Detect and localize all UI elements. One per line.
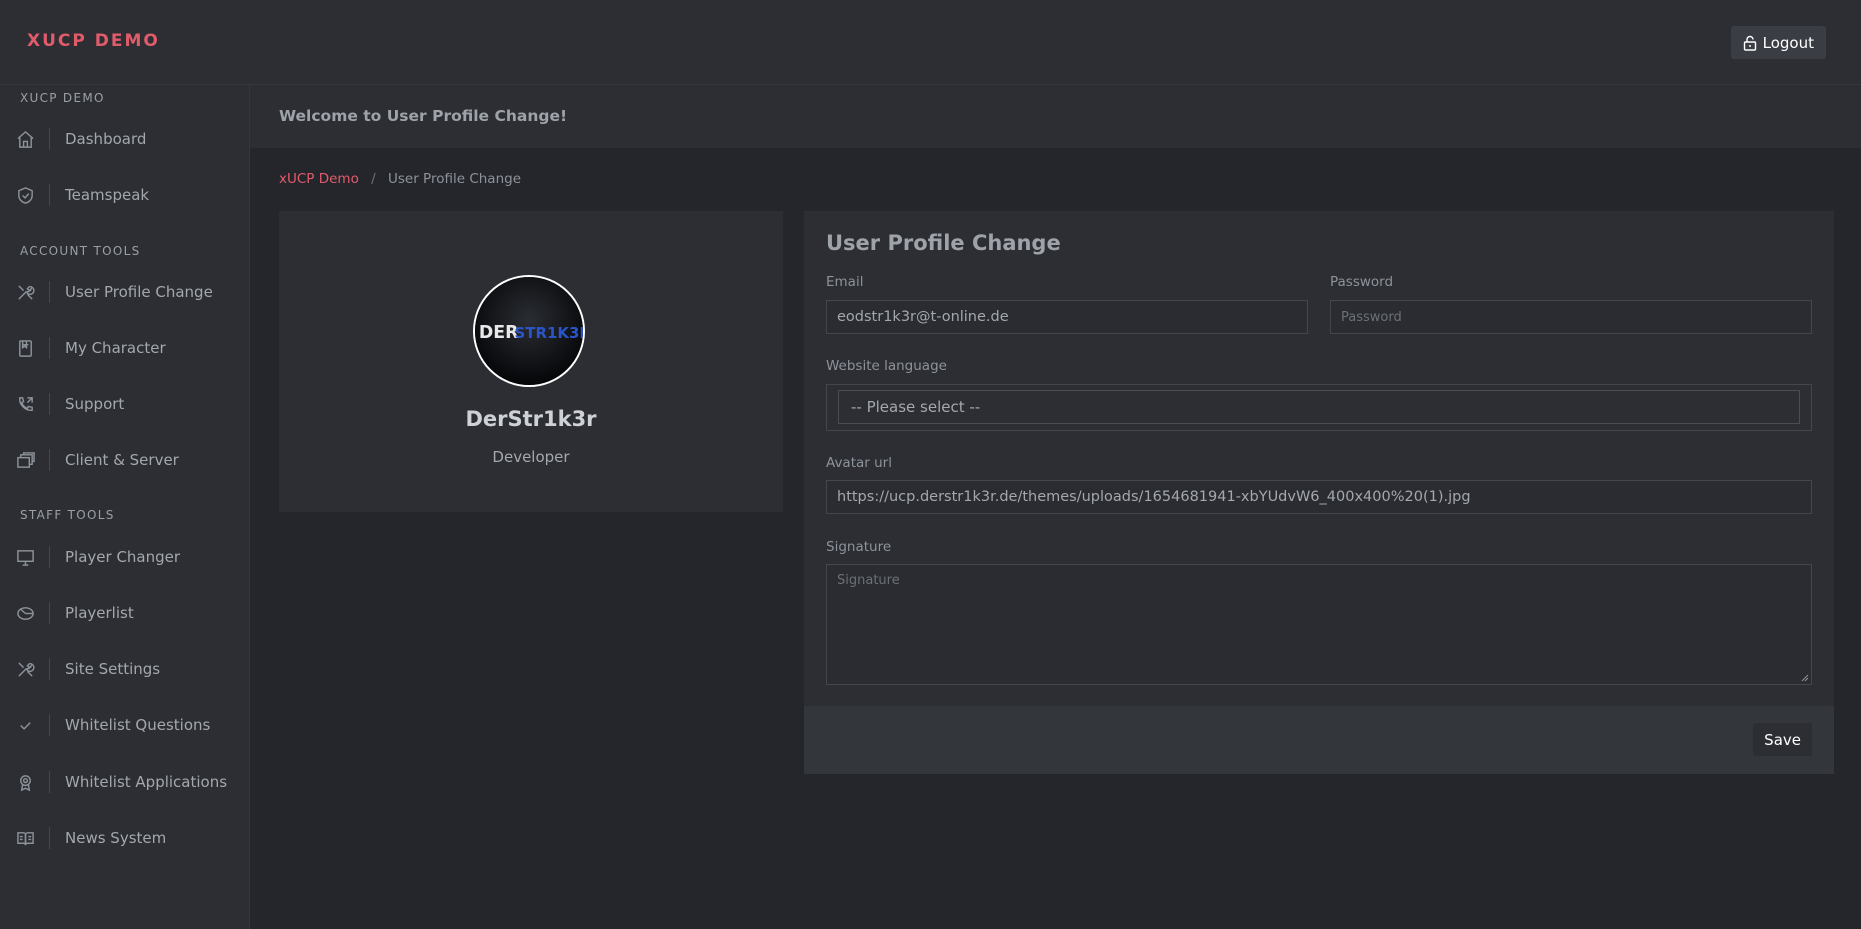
sidebar-item-label: My Character xyxy=(65,339,166,357)
sidebar-item-teamspeak[interactable]: Teamspeak xyxy=(0,177,250,213)
unlock-icon xyxy=(1743,35,1756,51)
sidebar-section-main: XUCP DEMO xyxy=(20,91,105,105)
breadcrumb-current: User Profile Change xyxy=(388,171,522,187)
sidebar-item-label: Client & Server xyxy=(65,451,179,469)
password-label: Password xyxy=(1330,274,1394,290)
sidebar-item-label: Site Settings xyxy=(65,660,161,678)
stack-icon xyxy=(0,442,50,478)
breadcrumb: xUCP Demo / User Profile Change xyxy=(279,171,521,187)
language-select-wrapper: -- Please select -- xyxy=(826,384,1812,431)
language-label: Website language xyxy=(826,358,947,374)
sidebar-item-player-changer[interactable]: Player Changer xyxy=(0,539,250,575)
avatar: DER STR1K3R xyxy=(473,275,585,387)
language-select[interactable]: -- Please select -- xyxy=(838,390,1800,424)
sidebar-item-dashboard[interactable]: Dashboard xyxy=(0,121,250,157)
signature-placeholder: Signature xyxy=(837,573,900,588)
tools-icon xyxy=(0,651,50,687)
form-title: User Profile Change xyxy=(826,231,1061,255)
shield-icon xyxy=(0,177,50,213)
sidebar-item-label: Player Changer xyxy=(65,548,181,566)
form-footer: Save xyxy=(804,706,1834,774)
tools-icon xyxy=(0,274,50,310)
breadcrumb-home-link[interactable]: xUCP Demo xyxy=(279,171,359,187)
sidebar-item-label: Teamspeak xyxy=(65,186,150,204)
sidebar-item-label: Support xyxy=(65,395,125,413)
profile-role: Developer xyxy=(492,448,570,466)
breadcrumb-separator: / xyxy=(371,171,376,187)
sidebar-section-staff: STAFF TOOLS xyxy=(20,508,115,522)
pie-icon xyxy=(0,595,50,631)
monitor-icon xyxy=(0,539,50,575)
logout-button[interactable]: Logout xyxy=(1730,26,1826,59)
sidebar-item-label: Whitelist Questions xyxy=(65,716,211,734)
profile-form-card: User Profile Change Email eodstr1k3r@t-o… xyxy=(804,211,1834,774)
sidebar-item-label: User Profile Change xyxy=(65,283,213,301)
document-icon xyxy=(0,330,50,366)
sidebar-item-client-server[interactable]: Client & Server xyxy=(0,442,250,478)
sidebar-item-label: Playerlist xyxy=(65,604,134,622)
page-header: Welcome to User Profile Change! xyxy=(250,85,1861,148)
email-field[interactable]: eodstr1k3r@t-online.de xyxy=(826,300,1308,334)
email-label: Email xyxy=(826,274,864,290)
brand-logo[interactable]: XUCP DEMO xyxy=(27,31,160,51)
sidebar: XUCP DEMO Dashboard Teamspeak ACCOUNT TO… xyxy=(0,85,250,929)
sidebar-item-site-settings[interactable]: Site Settings xyxy=(0,651,250,687)
signature-textarea[interactable]: Signature xyxy=(826,564,1812,685)
svg-text:STR1K3R: STR1K3R xyxy=(515,324,583,342)
sidebar-item-my-character[interactable]: My Character xyxy=(0,330,250,366)
sidebar-item-support[interactable]: Support xyxy=(0,386,250,422)
save-button[interactable]: Save xyxy=(1753,723,1812,756)
sidebar-section-account: ACCOUNT TOOLS xyxy=(20,244,141,258)
avatar-url-field[interactable]: https://ucp.derstr1k3r.de/themes/uploads… xyxy=(826,480,1812,514)
sidebar-item-whitelist-questions[interactable]: Whitelist Questions xyxy=(0,707,250,743)
resize-handle-icon[interactable] xyxy=(1801,674,1809,682)
book-icon xyxy=(0,820,50,856)
home-icon xyxy=(0,121,50,157)
sidebar-item-label: News System xyxy=(65,829,167,847)
sidebar-item-playerlist[interactable]: Playerlist xyxy=(0,595,250,631)
svg-text:DER: DER xyxy=(479,323,519,343)
avatar-url-label: Avatar url xyxy=(826,455,892,471)
profile-name: DerStr1k3r xyxy=(465,407,597,431)
password-field[interactable]: Password xyxy=(1330,300,1812,334)
sidebar-item-news-system[interactable]: News System xyxy=(0,820,250,856)
avatar-image: DER STR1K3R xyxy=(475,277,583,385)
sidebar-item-whitelist-applications[interactable]: Whitelist Applications xyxy=(0,764,250,800)
phone-icon xyxy=(0,386,50,422)
page-title: Welcome to User Profile Change! xyxy=(279,107,568,125)
badge-icon xyxy=(0,764,50,800)
sidebar-item-label: Whitelist Applications xyxy=(65,773,228,791)
profile-card: DER STR1K3R DerStr1k3r Developer xyxy=(279,211,783,512)
check-icon xyxy=(0,707,50,743)
signature-label: Signature xyxy=(826,539,892,555)
logout-label: Logout xyxy=(1762,33,1814,52)
sidebar-item-label: Dashboard xyxy=(65,130,147,148)
sidebar-item-user-profile-change[interactable]: User Profile Change xyxy=(0,274,250,310)
top-bar: XUCP DEMO Logout xyxy=(0,0,1861,85)
